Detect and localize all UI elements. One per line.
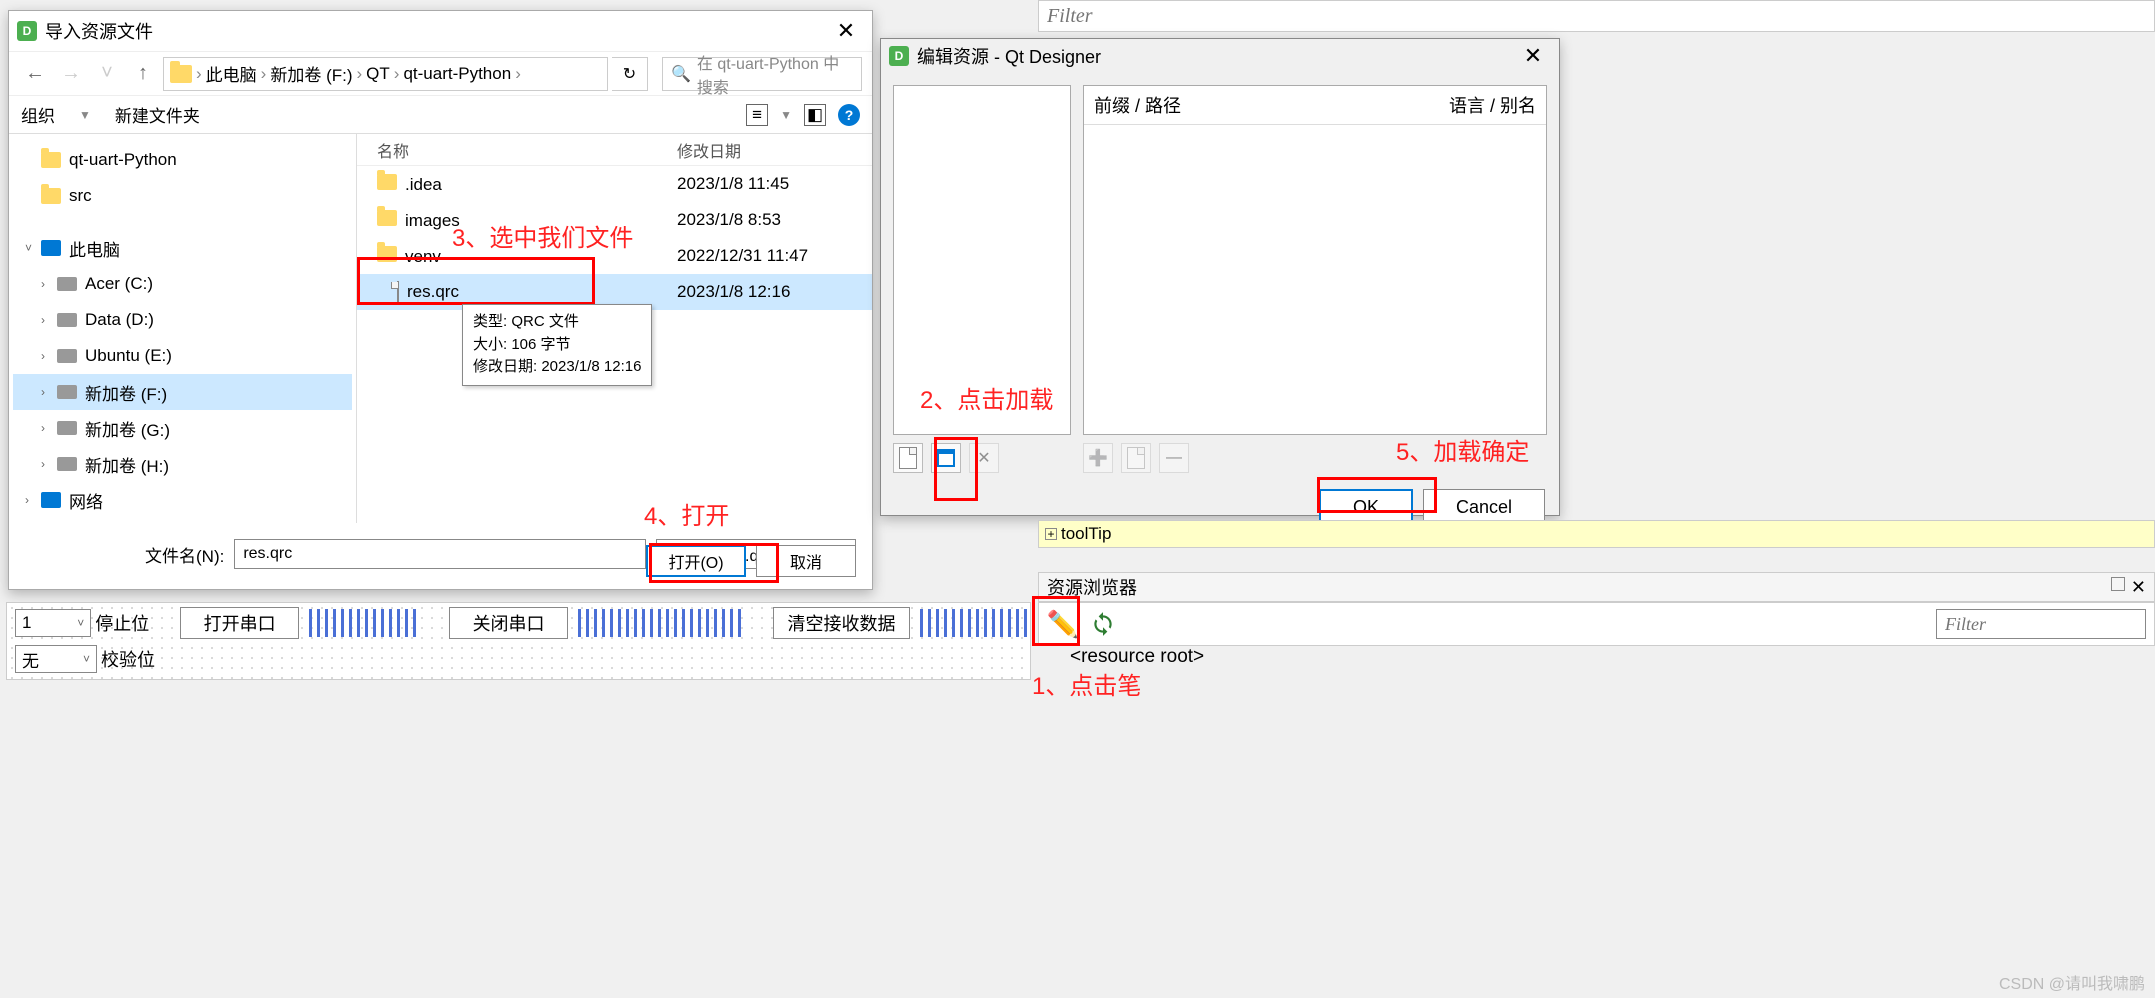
dialog-app-icon: D	[889, 46, 909, 66]
file-row[interactable]: venv2022/12/31 11:47	[357, 238, 872, 274]
parity-label: 校验位	[101, 646, 161, 672]
breadcrumb[interactable]: › 此电脑› 新加卷 (F:)› QT› qt-uart-Python›	[163, 57, 608, 91]
res-filter-input[interactable]	[1936, 609, 2146, 639]
filter-input-top[interactable]	[1038, 0, 2155, 32]
col-prefix: 前缀 / 路径	[1094, 92, 1181, 118]
add-prefix-icon[interactable]: ➕	[1083, 443, 1113, 473]
folder-icon	[170, 65, 192, 83]
resource-prefix-list[interactable]: 前缀 / 路径 语言 / 别名	[1083, 85, 1547, 435]
property-row[interactable]: + toolTip	[1038, 520, 2155, 548]
col-lang: 语言 / 别名	[1449, 92, 1536, 118]
stopbits-label: 停止位	[95, 610, 150, 636]
folder-icon	[377, 246, 397, 262]
tree-item-network[interactable]: ›网络	[13, 482, 352, 518]
help-icon[interactable]: ?	[838, 104, 860, 126]
new-folder-button[interactable]: 新建文件夹	[115, 102, 200, 127]
tree-item[interactable]: ›新加卷 (G:)	[13, 410, 352, 446]
folder-icon	[41, 152, 61, 168]
filename-label: 文件名(N):	[145, 542, 224, 567]
organize-menu[interactable]: 组织	[21, 102, 55, 127]
folder-icon	[41, 188, 61, 204]
column-date[interactable]: 修改日期	[657, 138, 872, 162]
drive-icon	[57, 457, 77, 471]
tree-item[interactable]: ›新加卷 (F:)	[13, 374, 352, 410]
annotation-1: 1、点击笔	[1032, 666, 1141, 701]
remove-item-icon[interactable]: —	[1159, 443, 1189, 473]
search-input[interactable]: 🔍 在 qt-uart-Python 中搜索	[662, 57, 862, 91]
tree-item-pc[interactable]: ˅此电脑	[13, 230, 352, 266]
drive-icon	[57, 277, 77, 291]
drive-icon	[57, 313, 77, 327]
dialog-title: 导入资源文件	[45, 18, 828, 44]
parity-combo[interactable]: 无˅	[15, 645, 97, 673]
open-button[interactable]: 打开(O)	[646, 545, 746, 577]
folder-tree[interactable]: qt-uart-Python src ˅此电脑 ›Acer (C:) ›Data…	[9, 134, 357, 523]
filename-input[interactable]	[234, 539, 646, 569]
file-tooltip: 类型: QRC 文件 大小: 106 字节 修改日期: 2023/1/8 12:…	[462, 304, 652, 386]
expand-icon[interactable]: +	[1045, 528, 1057, 540]
import-resource-dialog: D 导入资源文件 ✕ ← → ˅ ↑ › 此电脑› 新加卷 (F:)› QT› …	[8, 10, 873, 590]
close-serial-button[interactable]: 关闭串口	[449, 607, 568, 639]
file-row[interactable]: images2023/1/8 8:53	[357, 202, 872, 238]
pencil-icon[interactable]: ✏️	[1047, 608, 1079, 640]
resource-root[interactable]: <resource root>	[1070, 646, 1204, 668]
file-row[interactable]: .idea2023/1/8 11:45	[357, 166, 872, 202]
add-file-icon[interactable]	[1121, 443, 1151, 473]
close-panel-icon[interactable]: ✕	[2131, 577, 2146, 598]
designer-form: 1˅ 停止位 打开串口 关闭串口 清空接收数据 无˅ 校验位	[6, 602, 1031, 680]
close-icon[interactable]: ✕	[1515, 42, 1551, 70]
open-serial-button[interactable]: 打开串口	[180, 607, 299, 639]
drive-icon	[57, 421, 77, 435]
file-list[interactable]: 名称 修改日期 .idea2023/1/8 11:45 images2023/1…	[357, 134, 872, 523]
refresh-icon[interactable]: ↻	[612, 57, 648, 91]
drive-icon	[57, 385, 77, 399]
edit-resource-dialog: D 编辑资源 - Qt Designer ✕ ✕ 前缀 / 路径 语言 / 别名…	[880, 38, 1560, 516]
dialog-app-icon: D	[17, 21, 37, 41]
stopbits-combo[interactable]: 1˅	[15, 609, 91, 637]
tree-item[interactable]: ›Data (D:)	[13, 302, 352, 338]
res-browser-title: 资源浏览器	[1047, 574, 1137, 600]
search-icon: 🔍	[671, 64, 691, 84]
watermark: CSDN @请叫我啸鹏	[1999, 970, 2145, 994]
new-resource-icon[interactable]	[893, 443, 923, 473]
close-icon[interactable]: ✕	[828, 17, 864, 45]
remove-resource-icon[interactable]: ✕	[969, 443, 999, 473]
view-list-icon[interactable]: ≡	[746, 104, 768, 126]
drive-icon	[57, 349, 77, 363]
preview-pane-icon[interactable]: ◧	[804, 104, 826, 126]
reload-icon[interactable]	[1087, 608, 1119, 640]
folder-icon	[377, 210, 397, 226]
nav-back-icon[interactable]: ←	[19, 58, 51, 90]
tree-item[interactable]: ›Acer (C:)	[13, 266, 352, 302]
nav-recent-icon[interactable]: ˅	[91, 58, 123, 90]
dialog-title: 编辑资源 - Qt Designer	[917, 43, 1515, 69]
chevron-down-icon: ˅	[25, 241, 41, 255]
file-icon	[397, 281, 399, 302]
network-icon	[41, 492, 61, 508]
nav-up-icon[interactable]: ↑	[127, 58, 159, 90]
tree-item[interactable]: src	[13, 178, 352, 214]
nav-forward-icon[interactable]: →	[55, 58, 87, 90]
undock-icon[interactable]	[2111, 577, 2125, 591]
load-resource-icon[interactable]	[931, 443, 961, 473]
tree-item[interactable]: ›新加卷 (H:)	[13, 446, 352, 482]
tree-item[interactable]: qt-uart-Python	[13, 142, 352, 178]
column-name[interactable]: 名称	[357, 138, 657, 162]
cancel-button[interactable]: 取消	[756, 545, 856, 577]
clear-recv-button[interactable]: 清空接收数据	[773, 607, 910, 639]
resource-file-list[interactable]	[893, 85, 1071, 435]
pc-icon	[41, 240, 61, 256]
folder-icon	[377, 174, 397, 190]
tree-item[interactable]: ›Ubuntu (E:)	[13, 338, 352, 374]
